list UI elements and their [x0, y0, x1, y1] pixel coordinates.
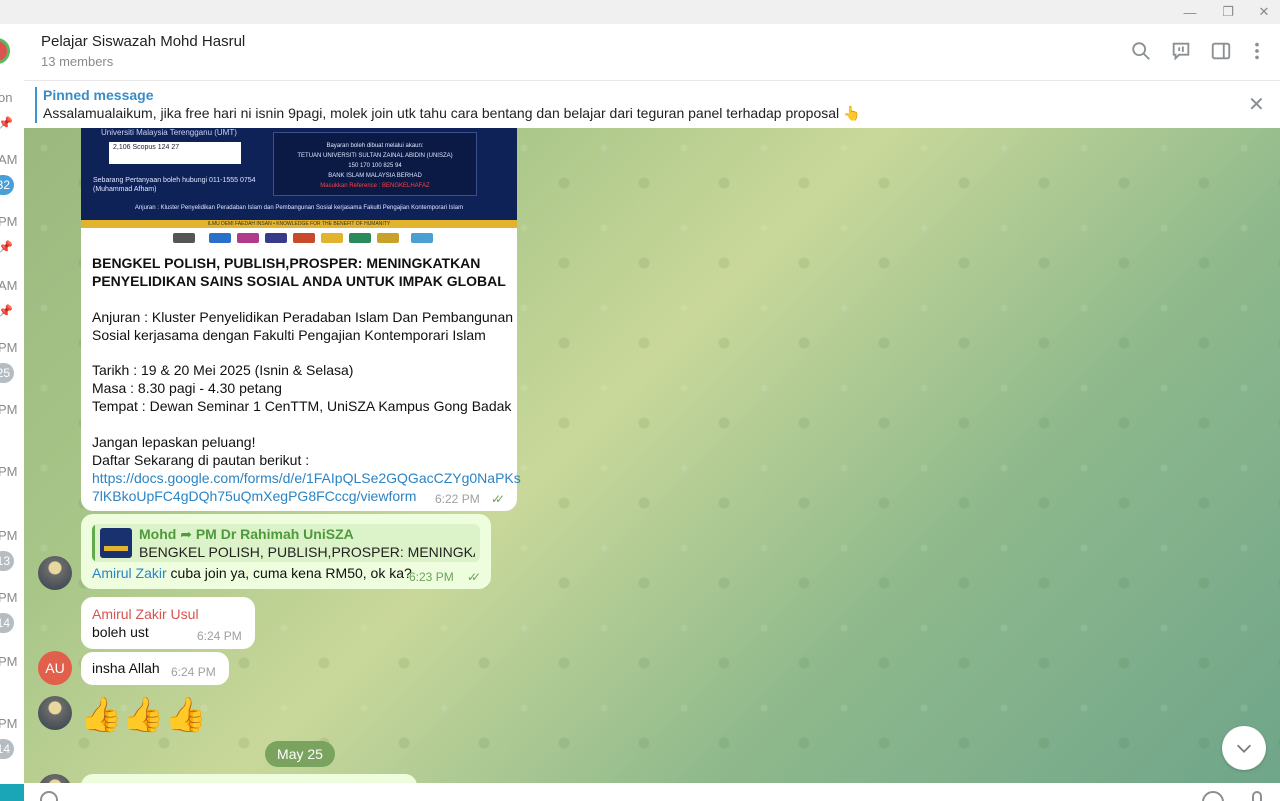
message-text: Tempat : Dewan Seminar 1 CenTTM, UniSZA … — [92, 398, 512, 414]
chat-list-time: AM — [0, 278, 18, 293]
message-bubble[interactable]: Mohd ➦ PM Dr Rahimah UniSZA BENGKEL POLI… — [81, 514, 491, 589]
message-time: 6:24 PM — [171, 665, 216, 679]
poster-payment: Bayaran boleh dibuat melalui akaun: TETU… — [273, 132, 477, 196]
date-divider: May 25 — [265, 741, 335, 767]
chat-list-time: on — [0, 90, 13, 105]
chat-list-time: PM — [0, 402, 18, 417]
avatar[interactable] — [38, 696, 72, 730]
emoji-icon[interactable] — [1202, 791, 1224, 801]
message-text: Jangan lepaskan peluang! — [92, 434, 256, 450]
poster-contact: Sebarang Pertanyaan boleh hubungi 011-15… — [93, 177, 256, 193]
message-time: 6:24 PM — [197, 629, 242, 643]
message-text: boleh ust — [92, 624, 149, 640]
message-time: 6:22 PM — [435, 492, 480, 506]
pinned-accent-line — [35, 87, 37, 123]
more-menu-icon[interactable] — [1246, 40, 1270, 64]
chat-list-time: PM — [0, 716, 18, 731]
message-bubble[interactable] — [81, 774, 417, 783]
unread-badge: 25 — [0, 363, 14, 383]
mention-link[interactable]: Amirul Zakir — [92, 565, 167, 581]
message-text: Masa : 8.30 pagi - 4.30 petang — [92, 380, 282, 396]
message-bubble[interactable]: insha Allah 6:24 PM — [81, 652, 229, 685]
message-bubble[interactable]: Amirul Zakir Usul boleh ust 6:24 PM — [81, 597, 255, 649]
minimize-icon[interactable]: — — [1172, 0, 1208, 24]
read-check-icon: ✓✓ — [467, 570, 481, 584]
pin-icon: 📌 — [0, 116, 13, 130]
poster-motto: ILMU DEMI FAEDAH INSAN • KNOWLEDGE FOR T… — [81, 220, 517, 228]
sidebar-toggle-icon[interactable] — [1210, 40, 1234, 64]
chat-area[interactable]: Universiti Malaysia Terengganu (UMT) 2,1… — [24, 128, 1280, 783]
message-text: Anjuran : Kluster Penyelidikan Peradaban… — [92, 309, 514, 325]
chat-list-time: PM — [0, 654, 18, 669]
reply-thumbnail — [100, 528, 132, 558]
window-titlebar: — ❐ ✕ — [0, 0, 1280, 24]
reply-text: BENGKEL POLISH, PUBLISH,PROSPER: MENINGK… — [139, 544, 475, 560]
reply-sender: Mohd ➦ PM Dr Rahimah UniSZA — [139, 526, 354, 542]
search-icon[interactable] — [1130, 40, 1154, 64]
member-count[interactable]: 13 members — [41, 54, 113, 69]
poster-anjuran: Anjuran : Kluster Penyelidikan Peradaban… — [134, 205, 464, 211]
thumbs-up-emoji: 👍👍👍 — [80, 696, 208, 734]
avatar[interactable] — [38, 556, 72, 590]
form-link[interactable]: https://docs.google.com/forms/d/e/1FAIpQ… — [92, 469, 521, 487]
message-bubble[interactable]: Universiti Malaysia Terengganu (UMT) 2,1… — [81, 128, 521, 511]
unread-badge: 14 — [0, 739, 14, 759]
microphone-icon[interactable] — [1252, 791, 1262, 801]
message-text: Amirul Zakir cuba join ya, cuma kena RM5… — [92, 565, 412, 581]
voice-chat-icon[interactable] — [1170, 40, 1194, 64]
message-time: 6:23 PM — [409, 570, 454, 584]
poster-university: Universiti Malaysia Terengganu (UMT) — [101, 128, 237, 137]
chat-avatar[interactable] — [0, 38, 10, 64]
chat-list-time: PM — [0, 214, 18, 229]
unread-badge: 14 — [0, 613, 14, 633]
pinned-text: Assalamualaikum, jika free hari ni isnin… — [43, 105, 861, 121]
attach-icon[interactable] — [40, 791, 58, 801]
close-pinned-icon[interactable]: ✕ — [1248, 95, 1265, 115]
pinned-message-bar[interactable]: Pinned message Assalamualaikum, jika fre… — [24, 80, 1280, 128]
message-text: Daftar Sekarang di pautan berikut : — [92, 452, 310, 468]
avatar[interactable]: AU — [38, 651, 72, 685]
chat-list-time: PM — [0, 590, 18, 605]
pin-icon: 📌 — [0, 240, 13, 254]
chat-header: Pelajar Siswazah Mohd Hasrul 13 members — [24, 24, 1280, 80]
message-title-line: BENGKEL POLISH, PUBLISH,PROSPER: MENINGK… — [92, 255, 481, 271]
chat-title[interactable]: Pelajar Siswazah Mohd Hasrul — [41, 33, 245, 50]
chat-list-time: AM — [0, 152, 18, 167]
sender-name[interactable]: Amirul Zakir Usul — [92, 605, 199, 623]
poster-logos — [81, 228, 517, 248]
chat-list-time: PM — [0, 340, 18, 355]
poster-stats: 2,106 Scopus 124 27 — [109, 142, 241, 164]
message-text: Sosial kerjasama dengan Fakulti Pengajia… — [92, 327, 486, 343]
avatar[interactable] — [38, 774, 72, 783]
chat-list-time: PM — [0, 464, 18, 479]
reply-preview[interactable]: Mohd ➦ PM Dr Rahimah UniSZA BENGKEL POLI… — [92, 524, 480, 562]
active-chat-indicator — [0, 784, 24, 801]
message-title-line: PENYELIDIKAN SAINS SOSIAL ANDA UNTUK IMP… — [92, 273, 506, 289]
unread-badge: 32 — [0, 175, 14, 195]
pin-icon: 📌 — [0, 304, 13, 318]
reply-accent-line — [92, 524, 95, 562]
maximize-icon[interactable]: ❐ — [1210, 0, 1246, 24]
pinned-label: Pinned message — [43, 87, 154, 103]
message-input-bar[interactable] — [24, 783, 1280, 801]
chat-list-sidebar[interactable]: on 📌 AM 32 PM 📌 AM 📌 PM 25 PM PM PM 13 P… — [0, 24, 24, 801]
poster-image[interactable]: Universiti Malaysia Terengganu (UMT) 2,1… — [81, 128, 517, 248]
chat-list-time: PM — [0, 528, 18, 543]
message-text: insha Allah — [92, 660, 160, 676]
close-window-icon[interactable]: ✕ — [1246, 0, 1280, 24]
form-link[interactable]: 7lKBkoUpFC4gDQh75uQmXegPG8FCccg/viewform — [92, 487, 416, 505]
read-check-icon: ✓✓ — [491, 492, 505, 506]
scroll-down-button[interactable] — [1222, 726, 1266, 770]
unread-badge: 13 — [0, 551, 14, 571]
message-text: Tarikh : 19 & 20 Mei 2025 (Isnin & Selas… — [92, 362, 354, 378]
